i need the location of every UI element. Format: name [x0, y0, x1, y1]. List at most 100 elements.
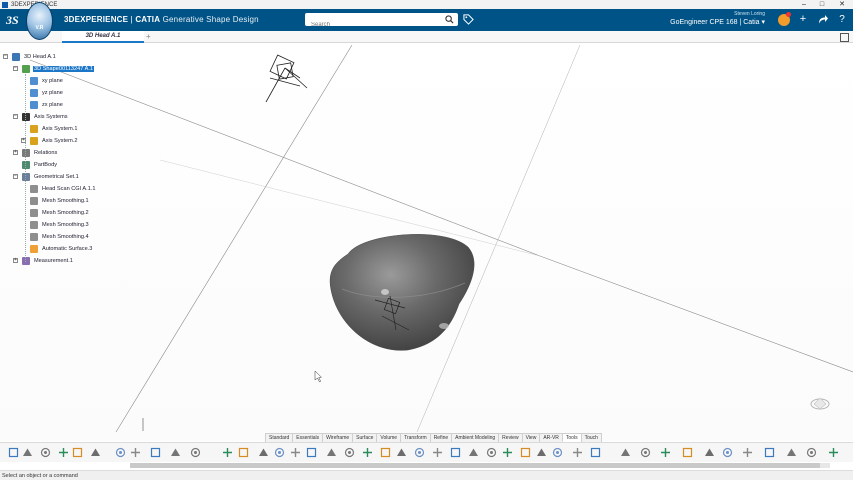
toolbar-tool-icon[interactable] — [764, 447, 775, 458]
section-tab-ambient-modeling[interactable]: Ambient Modeling — [451, 433, 500, 442]
toolbar-tool-icon[interactable] — [380, 447, 391, 458]
toolbar-tool-icon[interactable] — [130, 447, 141, 458]
section-tab-wireframe[interactable]: Wireframe — [322, 433, 354, 442]
add-tab-button[interactable]: + — [146, 31, 151, 42]
toolbar-tool-icon[interactable] — [786, 447, 797, 458]
section-tab-review[interactable]: Review — [498, 433, 523, 442]
help-icon[interactable]: ? — [836, 13, 848, 26]
toolbar-tool-icon[interactable] — [258, 447, 269, 458]
section-tab-volume[interactable]: Volume — [376, 433, 402, 442]
tree-xy-plane[interactable]: xy plane — [30, 76, 64, 86]
toolbar-tool-icon[interactable] — [414, 447, 425, 458]
toolbar-tool-icon[interactable] — [682, 447, 693, 458]
toolbar-tool-icon[interactable] — [486, 447, 497, 458]
section-tab-essentials[interactable]: Essentials — [292, 433, 324, 442]
toolbar-tool-icon[interactable] — [40, 447, 51, 458]
section-tab-ar-vr[interactable]: AR-VR — [539, 433, 563, 442]
tree-expander-icon[interactable]: − — [13, 174, 18, 179]
tree-mesh-smoothing-2[interactable]: Mesh Smoothing.2 — [30, 208, 90, 218]
tree-head-scan[interactable]: Head Scan CGI A.1.1 — [30, 184, 96, 194]
toolbar-tool-icon[interactable] — [590, 447, 601, 458]
toolbar-tool-icon[interactable] — [552, 447, 563, 458]
toolbar-tool-icon[interactable] — [8, 447, 19, 458]
toolbar-tool-icon[interactable] — [620, 447, 631, 458]
scene-canvas[interactable] — [0, 43, 853, 441]
tree-axis-systems[interactable]: Axis Systems — [22, 112, 69, 122]
toolbar-tool-icon[interactable] — [22, 447, 33, 458]
maximize-button[interactable]: □ — [815, 0, 829, 9]
user-info[interactable]: Steven Loring GoEngineer CPE 168 | Catia… — [670, 11, 765, 26]
tree-shape[interactable]: 3D Shape00113247 A.1 — [22, 64, 94, 74]
toolbar-tool-icon[interactable] — [238, 447, 249, 458]
section-tab-touch[interactable]: Touch — [580, 433, 602, 442]
section-tab-refine[interactable]: Refine — [429, 433, 453, 442]
toolbar-tool-icon[interactable] — [520, 447, 531, 458]
toolbar-tool-icon[interactable] — [150, 447, 161, 458]
toolbar-tool-icon[interactable] — [326, 447, 337, 458]
toolbar-tool-icon[interactable] — [806, 447, 817, 458]
scrollbar-thumb[interactable] — [130, 463, 820, 468]
share-icon[interactable] — [817, 13, 829, 26]
tree-expander-icon[interactable]: + — [13, 150, 18, 155]
tab-3d-head[interactable]: 3D Head A.1 — [62, 31, 144, 43]
toolbar-tool-icon[interactable] — [222, 447, 233, 458]
section-tab-transform[interactable]: Transform — [400, 433, 431, 442]
toolbar-tool-icon[interactable] — [722, 447, 733, 458]
tree-measurement[interactable]: Measurement.1 — [22, 256, 74, 266]
toolbar-tool-icon[interactable] — [828, 447, 839, 458]
minimize-button[interactable]: – — [797, 0, 811, 9]
tree-mesh-smoothing-4[interactable]: Mesh Smoothing.4 — [30, 232, 90, 242]
toolbar-tool-icon[interactable] — [274, 447, 285, 458]
tree-axis-system-2[interactable]: Axis System.2 — [30, 136, 78, 146]
tree-axis-system-1[interactable]: Axis System.1 — [30, 124, 78, 134]
section-tab-surface[interactable]: Surface — [352, 433, 378, 442]
toolbar-tool-icon[interactable] — [344, 447, 355, 458]
toolbar-tool-icon[interactable] — [536, 447, 547, 458]
search-input[interactable] — [305, 18, 435, 32]
toolbar-tool-icon[interactable] — [742, 447, 753, 458]
toolbar-tool-icon[interactable] — [502, 447, 513, 458]
toolbar-tool-icon[interactable] — [58, 447, 69, 458]
tree-root[interactable]: 3D Head A.1 — [12, 52, 57, 62]
section-tab-standard[interactable]: Standard — [265, 433, 294, 442]
user-context[interactable]: GoEngineer CPE 168 | Catia ▾ — [670, 18, 765, 26]
toolbar-tool-icon[interactable] — [640, 447, 651, 458]
toolbar-tool-icon[interactable] — [572, 447, 583, 458]
tree-expander-icon[interactable]: + — [13, 258, 18, 263]
tag-icon[interactable] — [463, 14, 474, 25]
tree-geometrical-set[interactable]: Geometrical Set.1 — [22, 172, 80, 182]
toolbar-tool-icon[interactable] — [396, 447, 407, 458]
compass-widget[interactable]: V.R — [26, 2, 53, 40]
ds-logo-icon[interactable]: 3S — [4, 12, 26, 28]
tree-mesh-smoothing-3[interactable]: Mesh Smoothing.3 — [30, 220, 90, 230]
tree-yz-plane[interactable]: yz plane — [30, 88, 64, 98]
toolbar-tool-icon[interactable] — [704, 447, 715, 458]
view-compass-icon[interactable] — [808, 395, 832, 411]
toolbar-tool-icon[interactable] — [432, 447, 443, 458]
toolbar-tool-icon[interactable] — [468, 447, 479, 458]
toolbar-tool-icon[interactable] — [660, 447, 671, 458]
tree-zx-plane[interactable]: zx plane — [30, 100, 64, 110]
tree-expander-icon[interactable]: − — [13, 114, 18, 119]
toolbar-tool-icon[interactable] — [450, 447, 461, 458]
toolbar-tool-icon[interactable] — [190, 447, 201, 458]
toolbar-tool-icon[interactable] — [362, 447, 373, 458]
toolbar-tool-icon[interactable] — [90, 447, 101, 458]
tree-expander-icon[interactable]: − — [3, 54, 8, 59]
toolbar-tool-icon[interactable] — [72, 447, 83, 458]
avatar[interactable] — [778, 12, 791, 26]
search-icon[interactable] — [445, 15, 454, 24]
tree-expander-icon[interactable]: − — [13, 66, 18, 71]
action-bar-scrollbar[interactable] — [130, 463, 830, 468]
toolbar-tool-icon[interactable] — [306, 447, 317, 458]
3d-viewport[interactable] — [0, 43, 853, 441]
axis-system-glyph[interactable] — [265, 54, 308, 103]
search-box[interactable] — [305, 13, 458, 32]
section-tab-tools[interactable]: Tools — [561, 433, 582, 442]
close-button[interactable]: ✕ — [835, 0, 849, 9]
section-tab-view[interactable]: View — [521, 433, 541, 442]
toolbar-tool-icon[interactable] — [290, 447, 301, 458]
add-icon[interactable]: + — [797, 13, 809, 26]
toolbar-tool-icon[interactable] — [170, 447, 181, 458]
toolbar-tool-icon[interactable] — [115, 447, 126, 458]
